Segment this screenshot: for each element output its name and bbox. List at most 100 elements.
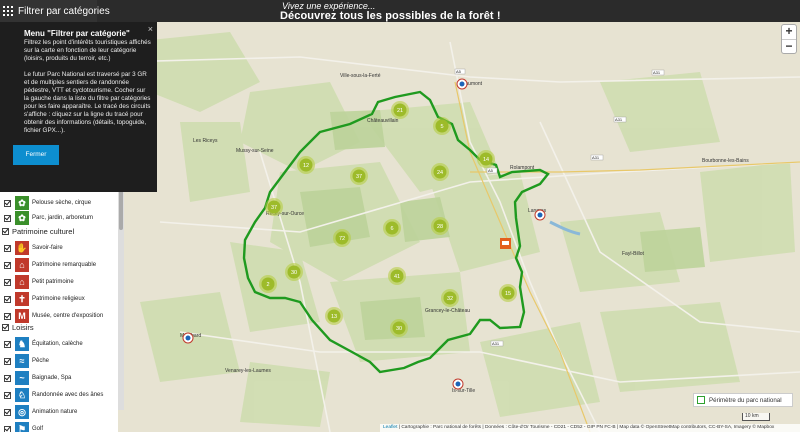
category-checkbox[interactable] — [4, 425, 11, 432]
category-label: Patrimoine religieux — [32, 296, 85, 302]
close-button[interactable]: Fermer — [13, 145, 59, 165]
panel-scrollbar[interactable] — [118, 170, 124, 410]
town-label: Les Riceys — [193, 138, 218, 144]
category-label: Randonnée avec des ânes — [32, 392, 104, 398]
map-attribution: Leaflet | Cartographie : Parc national d… — [380, 424, 800, 432]
tagline: Vivez une expérience... Découvrez tous l… — [280, 1, 501, 22]
town-label: Châteauvillain — [367, 118, 399, 124]
poi-cluster-marker[interactable]: 28 — [431, 217, 449, 235]
category-row[interactable]: ⚑ Golf — [0, 419, 118, 432]
category-label: Pêche — [32, 358, 50, 364]
poi-cluster-marker[interactable]: 37 — [265, 198, 283, 216]
poi-cluster-marker[interactable]: 21 — [391, 101, 409, 119]
category-label: Savoir-faire — [32, 245, 63, 251]
golf-icon: ⚑ — [15, 422, 29, 432]
cluster-count: 21 — [397, 108, 403, 114]
group-title-loisirs[interactable]: Loisirs — [0, 320, 34, 334]
road-label: A31 — [653, 70, 661, 75]
cluster-count: 30 — [396, 326, 402, 332]
poi-cluster-marker[interactable]: 72 — [333, 229, 351, 247]
category-checkbox[interactable] — [4, 391, 11, 399]
poi-cluster-marker[interactable]: 30 — [285, 263, 303, 281]
filter-menu-toggle[interactable]: Filtrer par catégories — [0, 0, 110, 22]
grid-menu-icon[interactable] — [3, 6, 13, 16]
swim-icon: ~ — [15, 371, 29, 385]
town-label: Grancey-le-Château — [425, 308, 470, 314]
category-checkbox[interactable] — [4, 295, 11, 303]
poi-cluster-marker[interactable]: 32 — [441, 289, 459, 307]
town-label: Mussy-sur-Seine — [236, 148, 274, 154]
category-checkbox[interactable] — [4, 244, 11, 252]
category-label: Golf — [32, 426, 44, 432]
category-checkbox[interactable] — [4, 374, 11, 382]
binoculars-icon: ◎ — [15, 405, 29, 419]
top-bar: Filtrer par catégories Vivez une expérie… — [0, 0, 800, 22]
road-label: A5 — [488, 168, 494, 173]
popup-paragraph: Le futur Parc National est traversé par … — [24, 71, 151, 134]
group-title-patrimoine[interactable]: Patrimoine culturel — [0, 224, 74, 238]
group-checkbox[interactable] — [2, 323, 9, 331]
category-checkbox[interactable] — [4, 261, 11, 269]
poi-cluster-marker[interactable]: 12 — [297, 156, 315, 174]
category-checkbox[interactable] — [4, 408, 11, 416]
cluster-count: 13 — [331, 314, 337, 320]
cluster-count: 72 — [339, 236, 345, 242]
leaflet-link[interactable]: Leaflet — [383, 425, 397, 430]
popup-paragraph: Filtrez les point d'intérêts touristique… — [24, 39, 151, 62]
poi-cluster-marker[interactable]: 24 — [431, 163, 449, 181]
cluster-count: 2 — [266, 282, 269, 288]
cluster-count: 15 — [505, 291, 511, 297]
poi-cluster-marker[interactable]: 30 — [390, 319, 408, 337]
close-icon[interactable]: × — [148, 24, 153, 34]
poi-cluster-marker[interactable]: 41 — [388, 267, 406, 285]
road-label: A5 — [456, 69, 462, 74]
cluster-count: 41 — [394, 274, 400, 280]
poi-cluster-marker[interactable]: 5 — [433, 117, 451, 135]
category-checkbox[interactable] — [4, 214, 11, 222]
category-checkbox[interactable] — [4, 340, 11, 348]
category-label: Animation nature — [32, 409, 78, 415]
road-label: A31 — [492, 341, 500, 346]
poi-cluster-marker[interactable]: 13 — [325, 307, 343, 325]
category-checkbox[interactable] — [4, 357, 11, 365]
group-checkbox[interactable] — [2, 227, 9, 235]
map-legend: Périmètre du parc national — [693, 393, 793, 407]
poi-cluster-marker[interactable]: 2 — [259, 275, 277, 293]
category-label: Musée, centre d'exposition — [32, 313, 104, 319]
group-label: Patrimoine culturel — [12, 226, 75, 236]
group-label: Loisirs — [12, 322, 34, 332]
cluster-count: 28 — [437, 224, 443, 230]
lodging-marker-icon — [500, 238, 511, 249]
zoom-in-button[interactable]: + — [782, 25, 796, 39]
zoom-out-button[interactable]: − — [782, 39, 796, 53]
legend-label: Périmètre du parc national — [709, 396, 782, 404]
cluster-count: 37 — [356, 174, 362, 180]
monument-icon: ⌂ — [15, 258, 29, 272]
perimeter-swatch-icon — [697, 396, 705, 404]
cluster-count: 32 — [447, 296, 453, 302]
town-label: Bourbonne-les-Bains — [702, 158, 749, 164]
tagline-line2: Découvrez tous les possibles de la forêt… — [280, 10, 501, 22]
horse-icon: ♞ — [15, 337, 29, 351]
poi-cluster-marker[interactable]: 15 — [499, 284, 517, 302]
filter-menu-label: Filtrer par catégories — [18, 5, 110, 17]
cluster-count: 6 — [390, 226, 393, 232]
poi-cluster-marker[interactable]: 6 — [383, 219, 401, 237]
category-label: Parc, jardin, arboretum — [32, 215, 94, 221]
poi-cluster-marker[interactable]: 37 — [350, 167, 368, 185]
category-label: Patrimoine remarquable — [32, 262, 97, 268]
town-label: Venarey-les-Laumes — [225, 368, 271, 374]
category-label: Équitation, calèche — [32, 341, 83, 347]
category-checkbox[interactable] — [4, 278, 11, 286]
poi-cluster-marker[interactable]: 14 — [477, 150, 495, 168]
cluster-count: 30 — [291, 270, 297, 276]
category-checkbox[interactable] — [4, 312, 11, 320]
town-label: Rolampont — [510, 165, 535, 171]
town-label: Ville-sous-la-Ferté — [340, 73, 381, 79]
category-checkbox[interactable] — [4, 199, 11, 207]
zoom-control: + − — [781, 24, 797, 54]
filter-help-popup: × Menu "Filtrer par catégorie" Filtrez l… — [0, 22, 157, 192]
house-icon: ⌂ — [15, 275, 29, 289]
popup-title: Menu "Filtrer par catégorie" — [24, 29, 130, 38]
road-label: A31 — [615, 117, 623, 122]
